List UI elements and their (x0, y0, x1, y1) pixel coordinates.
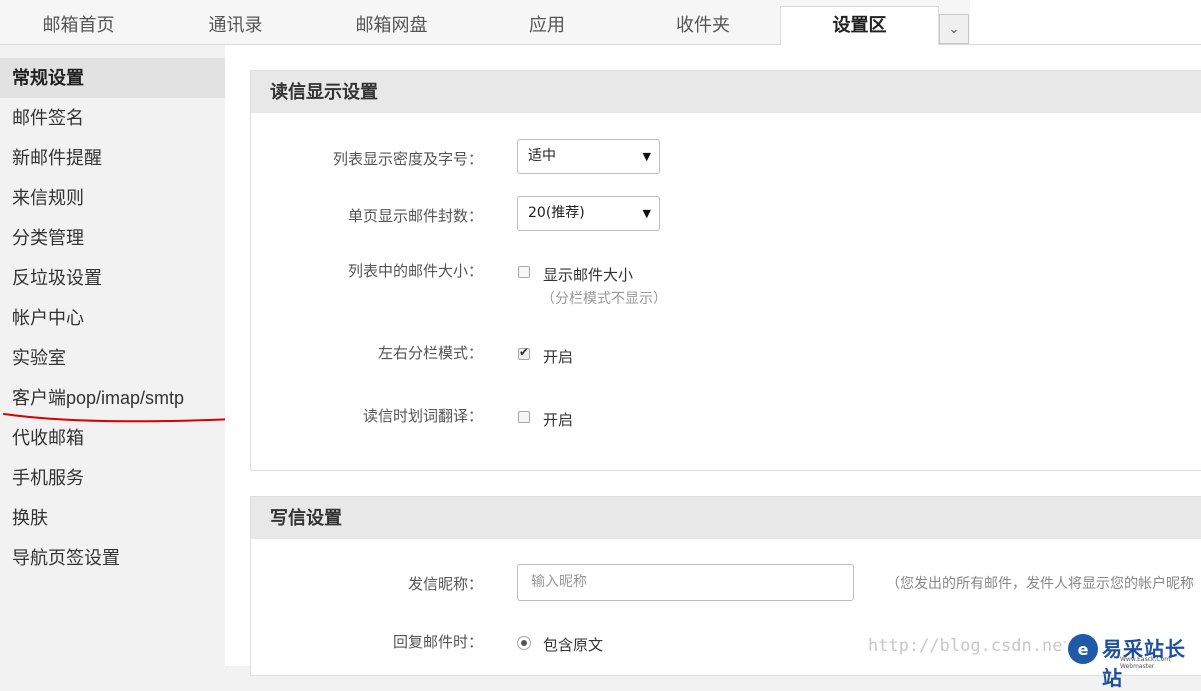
density-select-value: 适中 (528, 148, 556, 164)
mail-size-checkbox[interactable] (518, 266, 530, 278)
radio-dot-icon (521, 640, 527, 646)
settings-sidebar: 常规设置 邮件签名 新邮件提醒 来信规则 分类管理 反垃圾设置 帐户中心 实验室… (0, 58, 225, 578)
tab-netdisk[interactable]: 邮箱网盘 (314, 7, 469, 44)
split-mode-label: 左右分栏模式： (377, 344, 483, 362)
reply-include-original-option: 包含原文 (543, 636, 604, 654)
split-mode-option: 开启 (543, 348, 574, 366)
chevron-down-icon: ⌄ (948, 21, 960, 37)
sidebar-item-account-center[interactable]: 帐户中心 (0, 298, 225, 338)
tab-mailbox-home[interactable]: 邮箱首页 (0, 7, 157, 44)
reply-include-original-radio[interactable] (517, 636, 531, 650)
tab-settings[interactable]: 设置区 (780, 6, 939, 46)
dropdown-arrow-icon: ▼ (642, 207, 651, 220)
writing-settings-title: 写信设置 (251, 497, 1201, 539)
logo-e-icon: e (1068, 634, 1098, 664)
sidebar-item-antispam[interactable]: 反垃圾设置 (0, 258, 225, 298)
translate-label: 读信时划词翻译： (362, 407, 483, 425)
nickname-label: 发信昵称： (407, 575, 483, 593)
blog-watermark: http://blog.csdn.net (868, 636, 1073, 656)
settings-main: 读信显示设置 列表显示密度及字号： 适中 ▼ 单页显示邮件封数： 20(推荐) … (225, 45, 1201, 676)
reading-settings-title: 读信显示设置 (251, 71, 1201, 113)
sidebar-item-categories[interactable]: 分类管理 (0, 218, 225, 258)
checkmark-icon: ✔ (519, 345, 530, 359)
tab-more-button[interactable]: ⌄ (939, 14, 969, 44)
perpage-select-value: 20(推荐) (528, 205, 585, 221)
density-label: 列表显示密度及字号： (332, 150, 483, 168)
reading-settings-panel: 读信显示设置 列表显示密度及字号： 适中 ▼ 单页显示邮件封数： 20(推荐) … (250, 70, 1201, 471)
translate-checkbox[interactable] (518, 411, 530, 423)
tab-apps[interactable]: 应用 (469, 7, 625, 44)
translate-option: 开启 (543, 411, 574, 429)
split-mode-checkbox[interactable]: ✔ (518, 345, 530, 360)
dropdown-arrow-icon: ▼ (642, 150, 651, 163)
nickname-note: （您发出的所有邮件，发件人将显示您的帐户昵称 (886, 576, 1194, 592)
logo-subtitle: Www.Easck.Com Webmaster (1120, 656, 1171, 670)
sidebar-item-mobile-service[interactable]: 手机服务 (0, 458, 225, 498)
density-select[interactable]: 适中 ▼ (517, 139, 660, 174)
reply-label: 回复邮件时： (392, 633, 483, 651)
tab-bar-filler (970, 0, 1201, 44)
perpage-select[interactable]: 20(推荐) ▼ (517, 196, 660, 231)
sidebar-item-general[interactable]: 常规设置 (0, 58, 225, 98)
perpage-label: 单页显示邮件封数： (347, 207, 483, 225)
sidebar-item-nav-tabs[interactable]: 导航页签设置 (0, 538, 225, 578)
sidebar-item-lab[interactable]: 实验室 (0, 338, 225, 378)
nickname-input[interactable]: 输入昵称 (517, 564, 854, 601)
mail-size-hint: （分栏模式不显示） (541, 291, 667, 307)
tab-collection[interactable]: 收件夹 (625, 7, 781, 44)
sidebar-item-skin[interactable]: 换肤 (0, 498, 225, 538)
sidebar-item-rules[interactable]: 来信规则 (0, 178, 225, 218)
sidebar-item-new-mail-alert[interactable]: 新邮件提醒 (0, 138, 225, 178)
site-logo: e 易采站长站 Www.Easck.Com Webmaster (1066, 632, 1201, 690)
sidebar-item-signature[interactable]: 邮件签名 (0, 98, 225, 138)
red-underline-annotation (3, 413, 237, 423)
mail-size-label: 列表中的邮件大小： (347, 262, 483, 280)
tab-contacts[interactable]: 通讯录 (157, 7, 314, 44)
mail-size-option: 显示邮件大小 (543, 266, 634, 284)
